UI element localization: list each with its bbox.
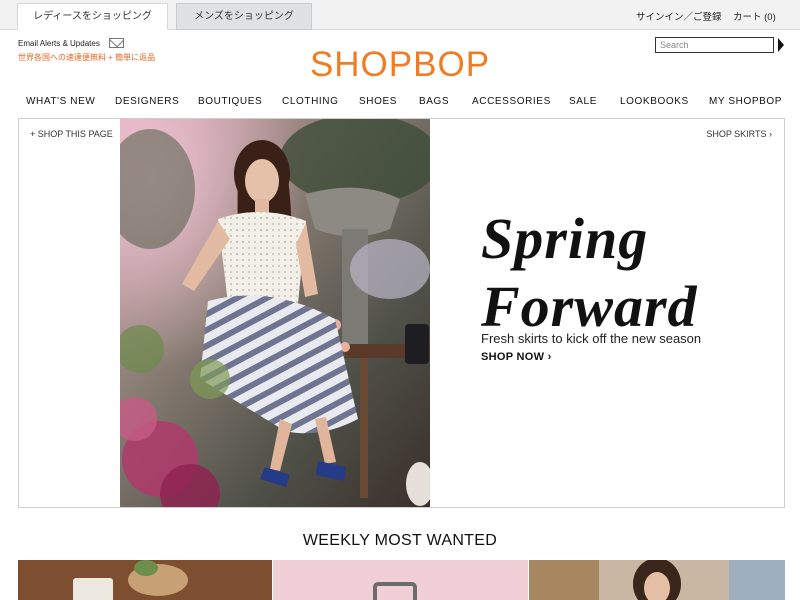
- product-image: [529, 560, 785, 600]
- search-submit-arrow-icon[interactable]: [778, 38, 784, 52]
- nav-sale[interactable]: SALE: [569, 96, 597, 107]
- product-thumbnail[interactable]: [273, 560, 528, 600]
- product-image: [18, 560, 272, 600]
- hero-photo[interactable]: [120, 119, 430, 507]
- top-utility-bar: レディースをショッピング メンズをショッピング サインイン／ご登録 カート (0…: [0, 0, 800, 30]
- nav-my-shopbop[interactable]: MY SHOPBOP: [709, 96, 782, 107]
- nav-clothing[interactable]: CLOTHING: [282, 96, 338, 107]
- shop-skirts-link[interactable]: SHOP SKIRTS ›: [706, 129, 772, 139]
- chevron-right-icon: ›: [544, 351, 552, 363]
- search-input[interactable]: [655, 37, 774, 53]
- envelope-icon: [108, 38, 124, 48]
- hero-photo-illustration: [120, 119, 430, 507]
- email-alerts-label: Email Alerts & Updates: [18, 38, 100, 48]
- hero-headline: Spring Forward: [481, 205, 698, 341]
- product-thumbnail[interactable]: [529, 560, 785, 600]
- nav-shoes[interactable]: SHOES: [359, 96, 397, 107]
- shop-now-button[interactable]: SHOP NOW ›: [481, 351, 552, 363]
- nav-designers[interactable]: DESIGNERS: [115, 96, 179, 107]
- email-alerts-link[interactable]: Email Alerts & Updates: [18, 38, 124, 48]
- shipping-promo-link[interactable]: 世界各国への速達便無料 + 簡単に返品: [18, 52, 155, 63]
- tab-shop-men[interactable]: メンズをショッピング: [176, 3, 312, 30]
- nav-lookbooks[interactable]: LOOKBOOKS: [620, 96, 689, 107]
- chevron-right-icon: ›: [766, 129, 772, 139]
- tab-shop-women[interactable]: レディースをショッピング: [17, 3, 168, 30]
- cart-link[interactable]: カート (0): [733, 9, 776, 23]
- hero-subheading: Fresh skirts to kick off the new season: [481, 331, 702, 346]
- weekly-most-wanted-heading: WEEKLY MOST WANTED: [302, 532, 498, 549]
- shop-skirts-label: SHOP SKIRTS: [706, 129, 767, 139]
- nav-accessories[interactable]: ACCESSORIES: [472, 96, 551, 107]
- nav-bags[interactable]: BAGS: [419, 96, 449, 107]
- main-navigation: WHAT'S NEW DESIGNERS BOUTIQUES CLOTHING …: [0, 92, 800, 112]
- shop-this-page-link[interactable]: + SHOP THIS PAGE: [30, 129, 113, 139]
- product-image: [273, 560, 528, 600]
- product-thumbnail[interactable]: [18, 560, 272, 600]
- nav-boutiques[interactable]: BOUTIQUES: [198, 96, 262, 107]
- hero-banner: + SHOP THIS PAGE SHOP SKIRTS › Spring Fo…: [18, 118, 785, 508]
- nav-whats-new[interactable]: WHAT'S NEW: [26, 96, 95, 107]
- sign-in-link[interactable]: サインイン／ご登録: [636, 9, 722, 23]
- headline-line-1: Spring: [481, 206, 649, 271]
- shopbop-logo[interactable]: SHOPBOP: [300, 43, 500, 87]
- shop-now-label: SHOP NOW: [481, 351, 545, 363]
